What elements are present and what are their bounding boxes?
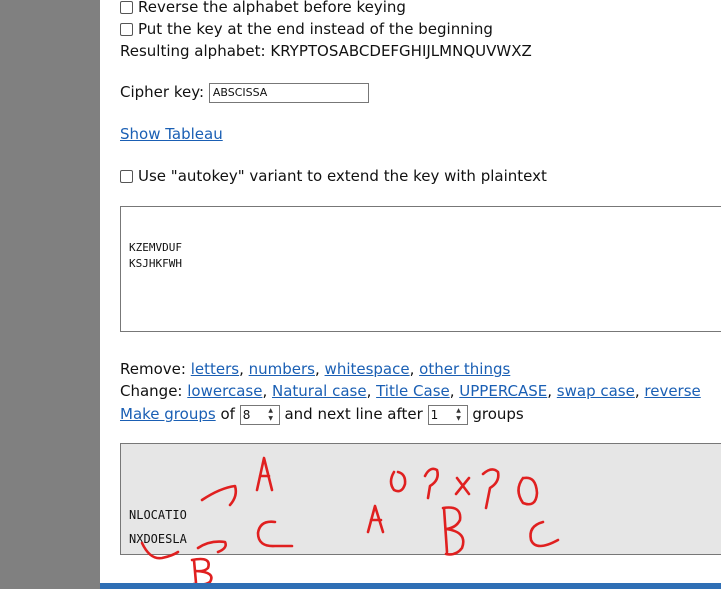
key-at-end-checkbox[interactable] — [120, 23, 133, 36]
change-title-link[interactable]: Title Case — [376, 382, 450, 400]
cipher-key-input[interactable]: ABSCISSA — [208, 82, 369, 103]
output-textarea[interactable]: NLOCATIO NXDOESLA — [120, 443, 721, 555]
line-count-spinner[interactable]: 1 ▲ ▼ — [427, 404, 468, 425]
group-size-value: 8 — [242, 407, 251, 422]
key-at-end-label: Put the key at the end instead of the be… — [138, 20, 493, 38]
change-label: Change: — [120, 382, 183, 400]
change-reverse-link[interactable]: reverse — [644, 382, 700, 400]
change-upper-link[interactable]: UPPERCASE — [459, 382, 547, 400]
resulting-alphabet: Resulting alphabet: KRYPTOSABCDEFGHIJLMN… — [120, 41, 532, 61]
reverse-alphabet-option[interactable]: Reverse the alphabet before keying — [120, 0, 406, 17]
remove-letters-link[interactable]: letters — [191, 360, 239, 378]
groups-word-label: groups — [472, 405, 524, 423]
autokey-label: Use "autokey" variant to extend the key … — [138, 167, 547, 185]
show-tableau-row: Show Tableau — [120, 124, 223, 144]
bottom-bar — [100, 583, 721, 589]
remove-other-link[interactable]: other things — [419, 360, 510, 378]
remove-numbers-link[interactable]: numbers — [249, 360, 315, 378]
autokey-checkbox[interactable] — [120, 170, 133, 183]
cipher-page: Reverse the alphabet before keying Put t… — [100, 0, 721, 589]
autokey-option[interactable]: Use "autokey" variant to extend the key … — [120, 166, 547, 186]
input-line-1: KZEMVDUF — [129, 241, 182, 254]
resulting-alphabet-value: KRYPTOSABCDEFGHIJLMNQUVWXZ — [270, 42, 532, 60]
spinner-arrows-icon[interactable]: ▲ ▼ — [452, 407, 466, 423]
input-textarea[interactable]: KZEMVDUF KSJHKFWH — [120, 206, 721, 332]
change-lowercase-link[interactable]: lowercase — [187, 382, 262, 400]
remove-label: Remove: — [120, 360, 186, 378]
groups-of-label: of — [220, 405, 235, 423]
reverse-alphabet-checkbox[interactable] — [120, 1, 133, 14]
reverse-alphabet-label: Reverse the alphabet before keying — [138, 0, 406, 16]
groups-row: Make groups of 8 ▲ ▼ and next line after 1… — [120, 404, 524, 425]
annotation-letter-b-1 — [190, 557, 213, 586]
remove-whitespace-link[interactable]: whitespace — [325, 360, 410, 378]
next-line-label: and next line after — [284, 405, 423, 423]
cipher-key-row: Cipher key: ABSCISSA — [120, 82, 369, 103]
change-row: Change: lowercase, Natural case, Title C… — [120, 382, 701, 400]
change-swap-link[interactable]: swap case — [557, 382, 635, 400]
cipher-key-label: Cipher key: — [120, 83, 205, 101]
make-groups-link[interactable]: Make groups — [120, 405, 216, 423]
group-size-spinner[interactable]: 8 ▲ ▼ — [239, 404, 280, 425]
output-line-2: NXDOESLA — [129, 532, 187, 546]
line-count-value: 1 — [430, 407, 439, 422]
resulting-alphabet-label: Resulting alphabet: — [120, 42, 266, 60]
output-line-1: NLOCATIO — [129, 508, 187, 522]
remove-row: Remove: letters, numbers, whitespace, ot… — [120, 360, 511, 378]
change-natural-link[interactable]: Natural case — [272, 382, 367, 400]
show-tableau-link[interactable]: Show Tableau — [120, 125, 223, 143]
key-at-end-option[interactable]: Put the key at the end instead of the be… — [120, 19, 493, 39]
input-line-2: KSJHKFWH — [129, 257, 182, 270]
spinner-arrows-icon[interactable]: ▲ ▼ — [264, 407, 278, 423]
